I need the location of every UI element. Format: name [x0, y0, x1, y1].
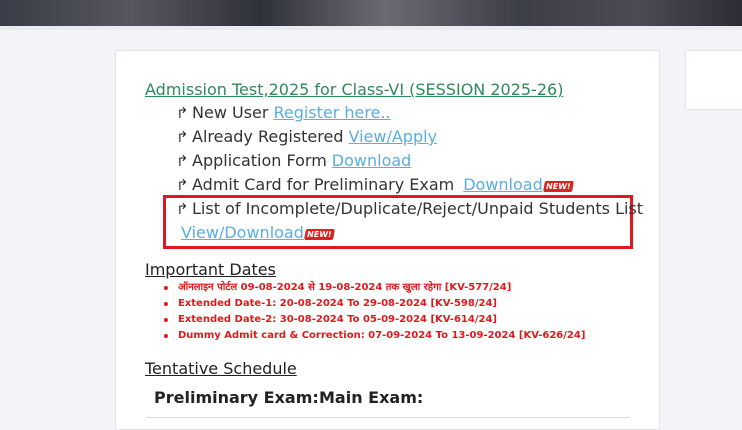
list-item: ऑनलाइन पोर्टल 09-08-2024 से 19-08-2024 त…: [160, 280, 585, 296]
register-link[interactable]: Register here..: [273, 103, 390, 122]
view-apply-link[interactable]: View/Apply: [349, 127, 438, 146]
table-divider: [146, 417, 630, 418]
banner-divider: [0, 26, 742, 30]
application-download-link[interactable]: Download: [332, 151, 412, 170]
student-list-link-row: View/Download NEW!: [181, 223, 335, 242]
header-banner: [0, 0, 742, 26]
important-dates-list: ऑनलाइन पोर्टल 09-08-2024 से 19-08-2024 त…: [160, 280, 585, 344]
admission-test-link[interactable]: Admission Test,2025 for Class-VI (SESSIO…: [145, 80, 563, 99]
list-item: Extended Date-1: 20-08-2024 To 29-08-202…: [160, 296, 585, 312]
admit-card-download-link[interactable]: Download: [463, 175, 543, 194]
item-label: Already Registered: [192, 127, 344, 146]
arrow-return-icon: ↱: [176, 104, 189, 122]
new-badge: NEW!: [303, 229, 335, 240]
list-item: Dummy Admit card & Correction: 07-09-202…: [160, 328, 585, 344]
item-label: New User: [192, 103, 269, 122]
important-dates-title: Important Dates: [145, 260, 276, 279]
main-exam-header: Main Exam:: [319, 388, 424, 407]
new-badge: NEW!: [542, 181, 574, 192]
item-label: Application Form: [192, 151, 327, 170]
side-panel: [685, 50, 742, 110]
arrow-return-icon: ↱: [176, 152, 189, 170]
item-label: List of Incomplete/Duplicate/Reject/Unpa…: [192, 199, 644, 218]
list-item-student-list: ↱ List of Incomplete/Duplicate/Reject/Un…: [176, 199, 643, 218]
student-list-download-link[interactable]: View/Download: [181, 223, 304, 242]
arrow-return-icon: ↱: [176, 200, 189, 218]
arrow-return-icon: ↱: [176, 128, 189, 146]
list-item-application-form: ↱ Application Form Download: [176, 151, 411, 170]
list-item: Extended Date-2: 30-08-2024 To 05-09-202…: [160, 312, 585, 328]
preliminary-exam-header: Preliminary Exam:: [154, 388, 319, 407]
list-item-new-user: ↱ New User Register here..: [176, 103, 391, 122]
arrow-return-icon: ↱: [176, 176, 189, 194]
list-item-already-registered: ↱ Already Registered View/Apply: [176, 127, 437, 146]
tentative-schedule-title: Tentative Schedule: [145, 359, 297, 378]
item-label: Admit Card for Preliminary Exam: [192, 175, 455, 194]
list-item-admit-card: ↱ Admit Card for Preliminary Exam Downlo…: [176, 175, 574, 194]
